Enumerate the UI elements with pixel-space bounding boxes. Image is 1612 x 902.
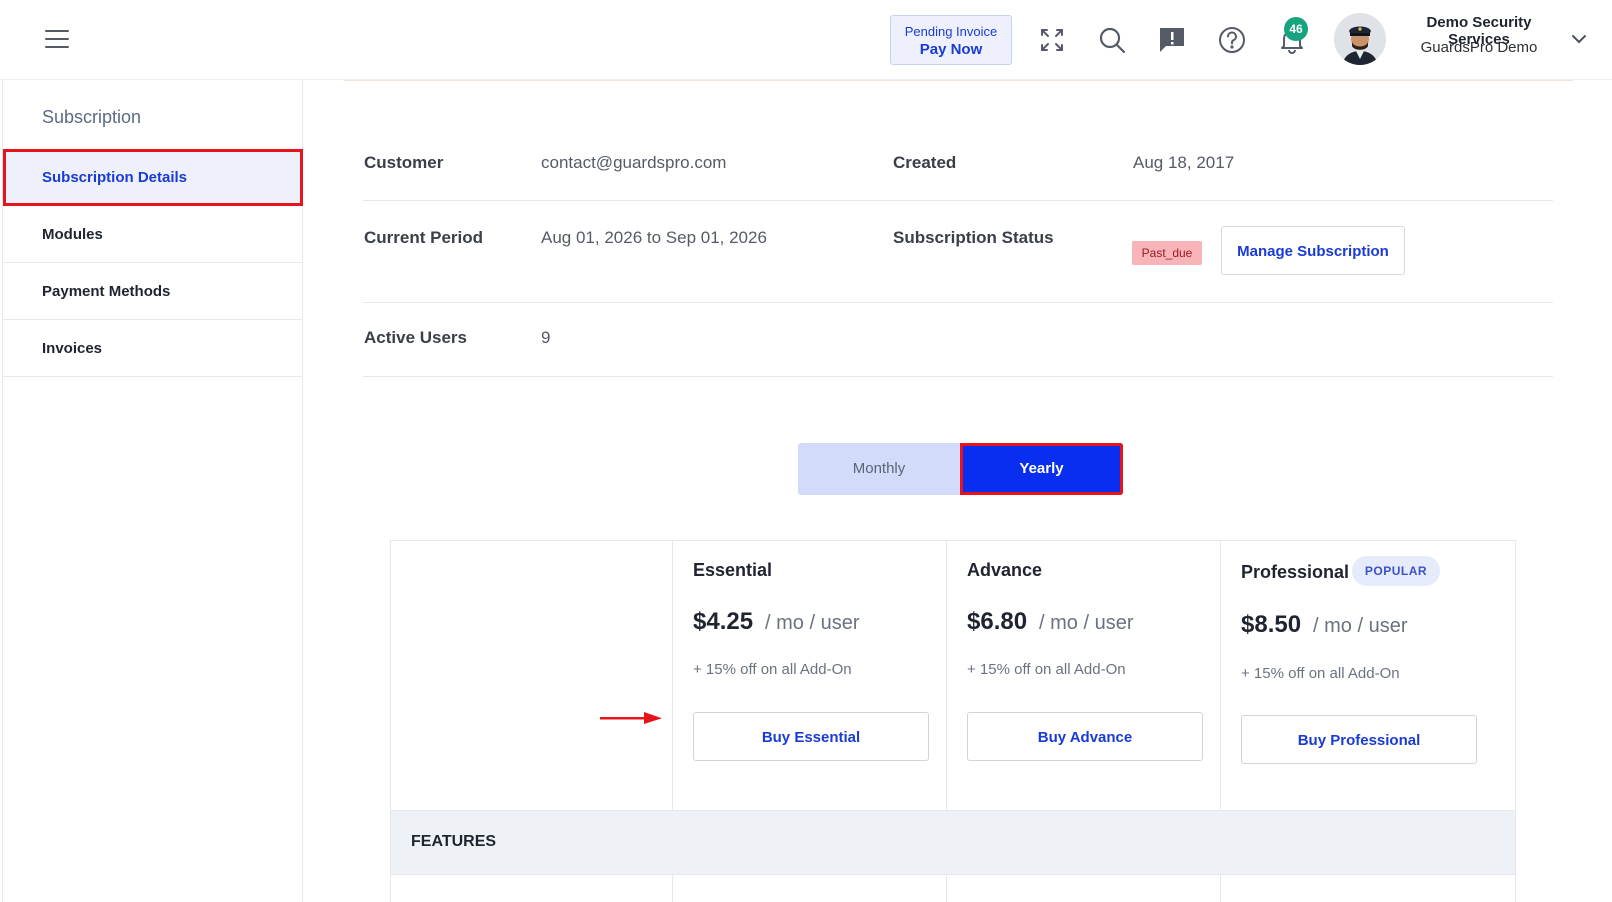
created-label: Created <box>893 153 957 172</box>
status-badge: Past_due <box>1132 241 1202 265</box>
plan-card-essential: Essential $4.25 / mo / user + 15% off on… <box>672 541 946 810</box>
plan-name: Professional <box>1241 562 1350 582</box>
avatar[interactable] <box>1334 13 1386 65</box>
table-cell <box>1220 875 1515 902</box>
plan-price: $6.80 <box>967 608 1028 635</box>
table-cell <box>672 875 946 902</box>
sidebar-item-invoices[interactable]: Invoices <box>3 320 303 377</box>
sidebar-item-subscription-details[interactable]: Subscription Details <box>3 149 303 206</box>
search-icon[interactable] <box>1096 24 1128 56</box>
sidebar: Subscription Subscription Details Module… <box>2 80 303 902</box>
plan-addon-note: + 15% off on all Add-On <box>967 661 1126 678</box>
buy-professional-button[interactable]: Buy Professional <box>1241 715 1477 764</box>
current-period-value: Aug 01, 2026 to Sep 01, 2026 <box>541 228 767 247</box>
table-row <box>391 874 1515 902</box>
pending-invoice-button[interactable]: Pending Invoice Pay Now <box>890 15 1012 65</box>
main-content: Customer contact@guardspro.com Created A… <box>303 80 1612 902</box>
buy-essential-button[interactable]: Buy Essential <box>693 712 929 761</box>
plan-price: $4.25 <box>693 608 754 635</box>
subscription-status-label: Subscription Status <box>893 228 1054 247</box>
active-users-value: 9 <box>541 328 551 347</box>
top-header: Pending Invoice Pay Now 46 Demo Security… <box>0 0 1612 80</box>
plan-card-professional: Professional POPULAR $8.50 / mo / user +… <box>1220 541 1515 810</box>
sidebar-item-modules[interactable]: Modules <box>3 206 303 263</box>
pay-now-label: Pay Now <box>919 41 983 58</box>
notification-count-badge: 46 <box>1284 17 1308 41</box>
chevron-down-icon[interactable] <box>1568 28 1590 50</box>
feedback-icon[interactable] <box>1156 24 1188 56</box>
menu-icon[interactable] <box>45 30 69 48</box>
plan-name: Essential <box>693 560 773 580</box>
current-period-label: Current Period <box>364 228 484 247</box>
features-header: FEATURES <box>391 810 1515 874</box>
plan-price-unit: / mo / user <box>1313 615 1408 637</box>
pointer-arrow-icon <box>600 710 664 726</box>
table-cell <box>946 875 1220 902</box>
sidebar-title: Subscription <box>42 107 142 127</box>
help-icon[interactable] <box>1216 24 1248 56</box>
plan-addon-note: + 15% off on all Add-On <box>693 661 852 678</box>
buy-advance-button[interactable]: Buy Advance <box>967 712 1203 761</box>
features-heading: FEATURES <box>411 833 497 850</box>
org-name: GuardsPro Demo <box>1420 39 1538 56</box>
pricing-table: Essential $4.25 / mo / user + 15% off on… <box>390 540 1516 902</box>
divider <box>363 302 1553 303</box>
pending-invoice-label: Pending Invoice <box>904 24 998 39</box>
popular-badge: POPULAR <box>1352 556 1440 586</box>
plan-addon-note: + 15% off on all Add-On <box>1241 665 1400 682</box>
active-users-label: Active Users <box>364 328 468 347</box>
divider <box>344 80 1573 81</box>
expand-icon[interactable] <box>1036 24 1068 56</box>
created-value: Aug 18, 2017 <box>1133 153 1235 172</box>
monthly-toggle[interactable]: Monthly <box>798 443 960 495</box>
divider <box>363 376 1553 377</box>
plan-card-advance: Advance $6.80 / mo / user + 15% off on a… <box>946 541 1220 810</box>
plan-price: $8.50 <box>1241 611 1302 638</box>
plan-price-unit: / mo / user <box>1039 612 1134 634</box>
sidebar-item-payment-methods[interactable]: Payment Methods <box>3 263 303 320</box>
manage-subscription-button[interactable]: Manage Subscription <box>1221 226 1405 275</box>
customer-value: contact@guardspro.com <box>541 153 727 172</box>
plan-name: Advance <box>967 560 1043 580</box>
plan-price-unit: / mo / user <box>765 612 860 634</box>
customer-label: Customer <box>364 153 444 172</box>
yearly-toggle[interactable]: Yearly <box>960 443 1123 495</box>
divider <box>363 200 1553 201</box>
